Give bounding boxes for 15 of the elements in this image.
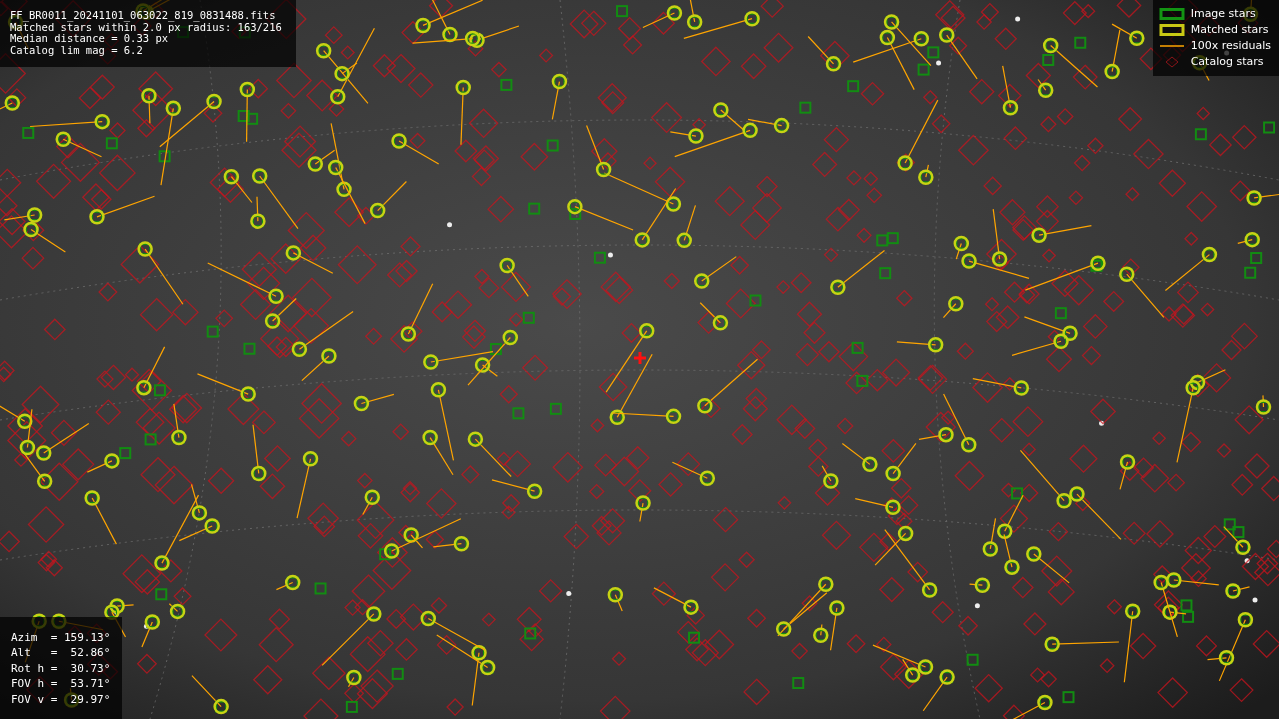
info-text: Catalog lim mag = 6.2	[10, 44, 144, 56]
legend-label: 100x residuals	[1190, 40, 1271, 52]
rectangle-outline-icon	[1158, 8, 1185, 20]
info-text: Median distance = 0.33 px	[10, 33, 169, 45]
legend-label: Catalog stars	[1190, 56, 1264, 68]
pointing-text: Alt = 52.86°	[11, 645, 111, 661]
pointing-text: FOV h = 53.71°	[11, 676, 111, 692]
info-text: FF_BR0011_20241101_063022_819_0831488.fits	[10, 10, 277, 22]
legend-label: Image stars	[1190, 8, 1256, 20]
rectangle-outline-icon	[1158, 24, 1185, 36]
legend-label: Matched stars	[1190, 24, 1269, 36]
pointing-text: Rot h = 30.73°	[11, 660, 111, 676]
info-text: Matched stars within 2.0 px radius: 163/216	[10, 21, 282, 33]
pointing-text: FOV v = 29.97°	[11, 691, 111, 707]
pointing-text: Azim = 159.13°	[11, 629, 111, 645]
